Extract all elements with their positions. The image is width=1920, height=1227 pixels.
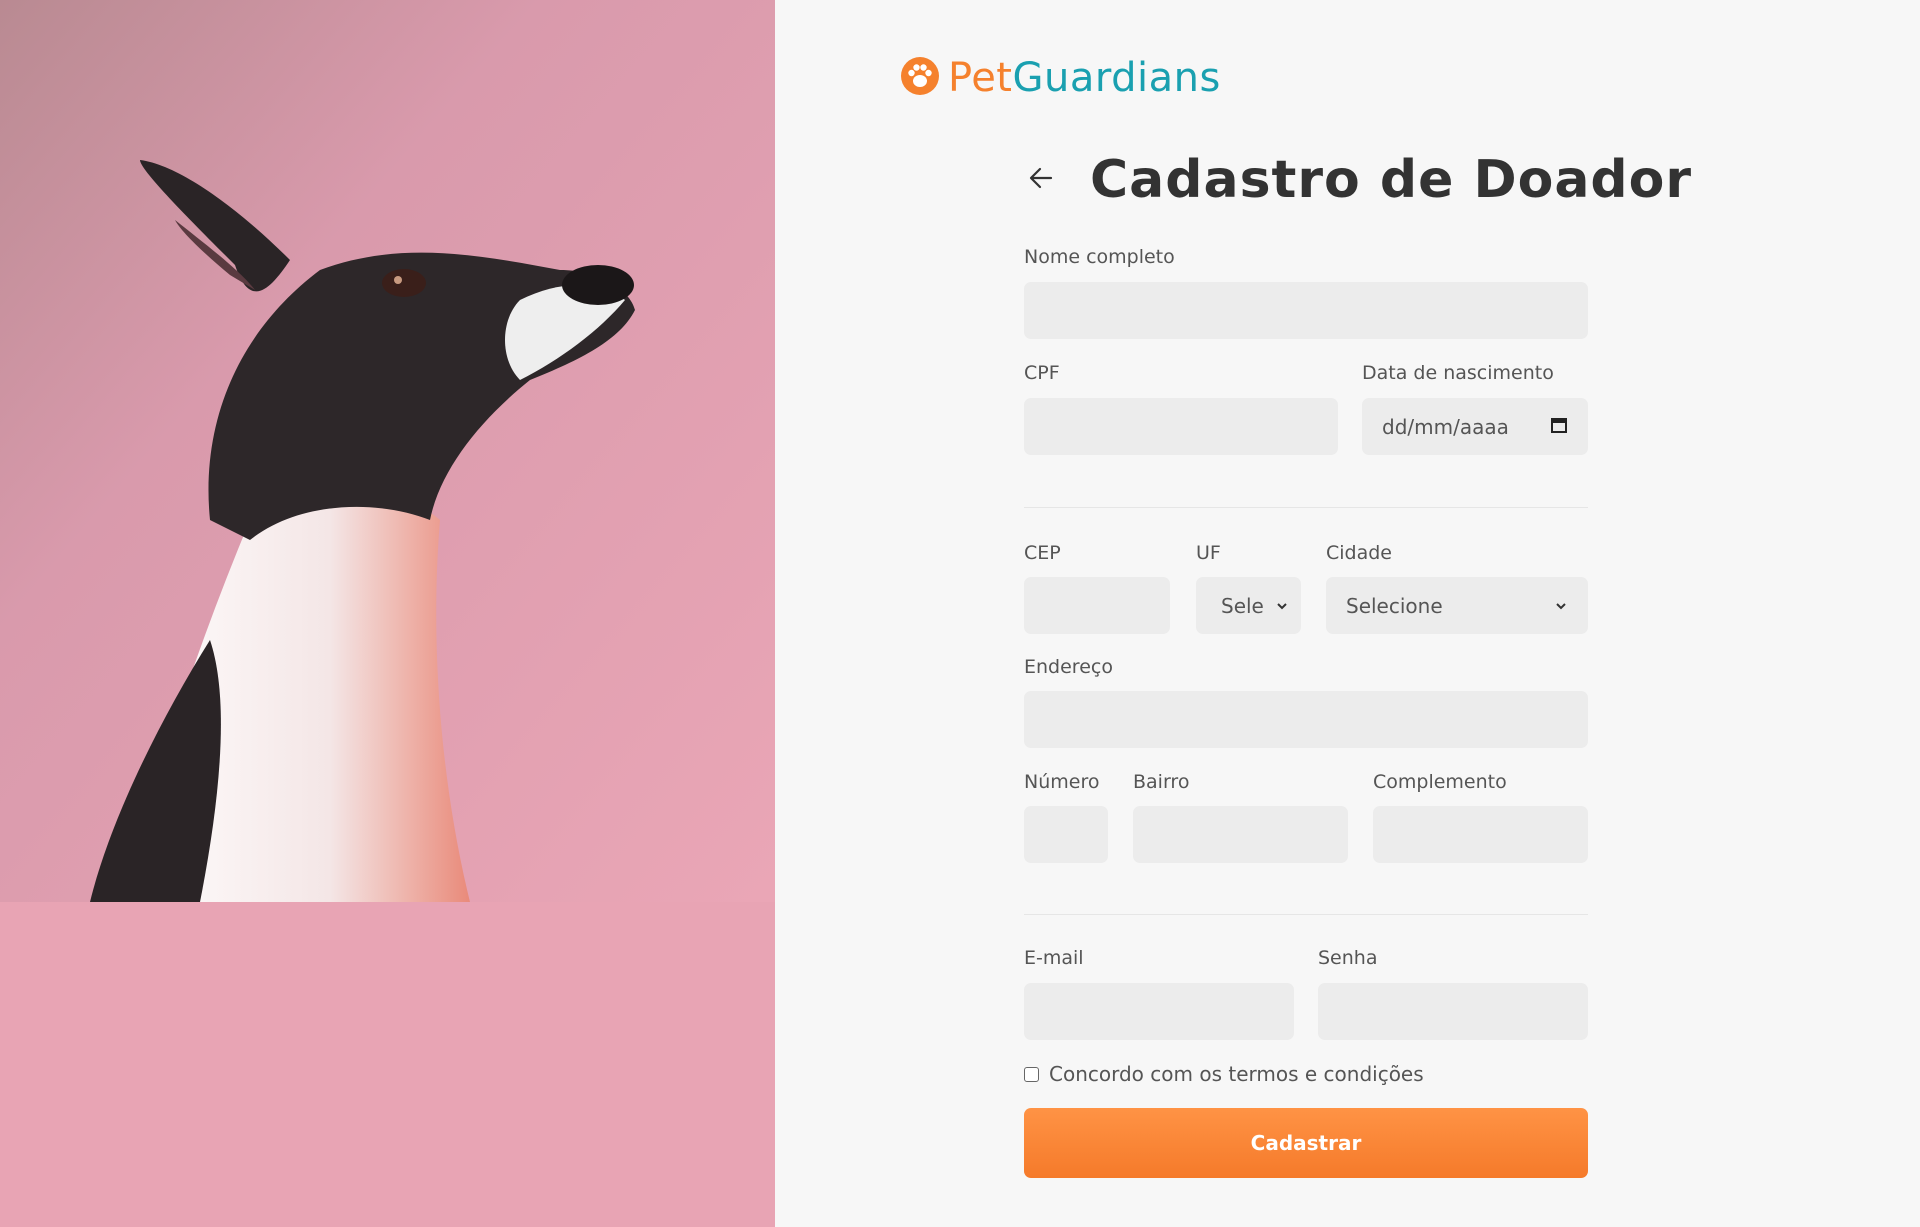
terms-label[interactable]: Concordo com os termos e condições	[1049, 1062, 1424, 1086]
brand-name-pet: Pet	[948, 55, 1013, 101]
uf-label: UF	[1196, 542, 1221, 564]
brand-logo[interactable]: PetGuardians	[900, 55, 1221, 101]
uf-select[interactable]: Sele	[1196, 577, 1301, 634]
chevron-down-icon	[1275, 594, 1289, 618]
section-divider	[1024, 914, 1588, 915]
hero-dog-image	[0, 0, 775, 1227]
brand-name: PetGuardians	[948, 55, 1221, 101]
dog-photo	[0, 0, 775, 1227]
nascimento-input[interactable]: dd/mm/aaaa	[1362, 398, 1588, 455]
cep-label: CEP	[1024, 542, 1061, 564]
section-divider	[1024, 507, 1588, 508]
email-input[interactable]	[1024, 983, 1294, 1040]
cidade-select[interactable]: Selecione	[1326, 577, 1588, 634]
back-button[interactable]	[1024, 163, 1058, 197]
cep-input[interactable]	[1024, 577, 1170, 634]
nome-input[interactable]	[1024, 282, 1588, 339]
calendar-icon[interactable]	[1550, 415, 1568, 439]
endereco-input[interactable]	[1024, 691, 1588, 748]
numero-input[interactable]	[1024, 806, 1108, 863]
bairro-input[interactable]	[1133, 806, 1348, 863]
endereco-label: Endereço	[1024, 656, 1113, 678]
paw-icon	[900, 56, 940, 100]
cidade-label: Cidade	[1326, 542, 1392, 564]
page-header: Cadastro de Doador	[1024, 150, 1692, 210]
cidade-selected: Selecione	[1346, 593, 1443, 618]
page-title: Cadastro de Doador	[1090, 150, 1693, 210]
numero-label: Número	[1024, 771, 1100, 793]
terms-checkbox[interactable]	[1024, 1066, 1039, 1082]
terms-row: Concordo com os termos e condições	[1024, 1062, 1424, 1086]
nascimento-placeholder: dd/mm/aaaa	[1382, 414, 1509, 439]
email-label: E-mail	[1024, 947, 1084, 969]
brand-name-guardians: Guardians	[1012, 55, 1221, 101]
uf-selected: Sele	[1221, 593, 1264, 618]
complemento-input[interactable]	[1373, 806, 1588, 863]
chevron-down-icon	[1554, 594, 1568, 618]
submit-button[interactable]: Cadastrar	[1024, 1108, 1588, 1178]
nascimento-label: Data de nascimento	[1362, 362, 1554, 384]
complemento-label: Complemento	[1373, 771, 1507, 793]
cpf-label: CPF	[1024, 362, 1060, 384]
senha-input[interactable]	[1318, 983, 1588, 1040]
cpf-input[interactable]	[1024, 398, 1338, 455]
nome-label: Nome completo	[1024, 246, 1175, 268]
bairro-label: Bairro	[1133, 771, 1190, 793]
arrow-left-icon	[1029, 167, 1053, 193]
senha-label: Senha	[1318, 947, 1378, 969]
